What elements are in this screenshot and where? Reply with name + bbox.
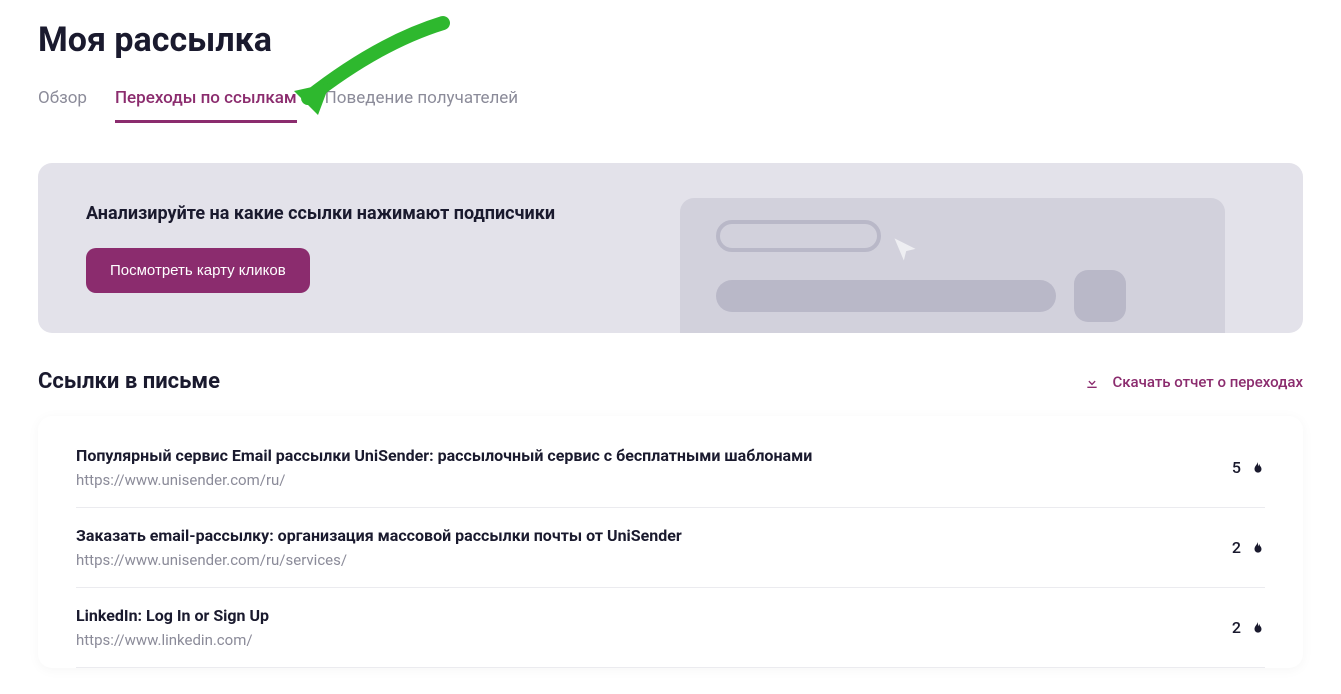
tab-recipient-behavior[interactable]: Поведение получателей — [325, 88, 518, 123]
tab-overview[interactable]: Обзор — [38, 88, 87, 123]
links-section-title: Ссылки в письме — [38, 369, 220, 394]
links-list: Популярный сервис Email рассылки UniSend… — [38, 416, 1303, 668]
download-report-link[interactable]: Скачать отчет о переходах — [1084, 373, 1303, 391]
link-title: LinkedIn: Log In or Sign Up — [76, 606, 269, 625]
banner-title: Анализируйте на какие ссылки нажимают по… — [86, 203, 555, 224]
link-title: Популярный сервис Email рассылки UniSend… — [76, 446, 812, 465]
page-title: Моя рассылка — [38, 20, 1303, 60]
link-url: https://www.unisender.com/ru/ — [76, 471, 812, 489]
banner-illustration — [680, 198, 1225, 333]
links-section-header: Ссылки в письме Скачать отчет о перехода… — [38, 369, 1303, 394]
link-info: Популярный сервис Email рассылки UniSend… — [76, 446, 812, 489]
download-report-label: Скачать отчет о переходах — [1112, 373, 1303, 391]
link-url: https://www.linkedin.com/ — [76, 631, 269, 649]
link-info: Заказать email-рассылку: организация мас… — [76, 526, 682, 569]
flame-icon — [1251, 540, 1265, 556]
link-title: Заказать email-рассылку: организация мас… — [76, 526, 682, 545]
link-count-value: 2 — [1232, 538, 1241, 557]
click-map-banner: Анализируйте на какие ссылки нажимают по… — [38, 163, 1303, 333]
download-icon — [1084, 374, 1100, 390]
banner-content: Анализируйте на какие ссылки нажимают по… — [86, 203, 555, 293]
link-row[interactable]: Популярный сервис Email рассылки UniSend… — [76, 446, 1265, 508]
link-row[interactable]: Заказать email-рассылку: организация мас… — [76, 508, 1265, 588]
flame-icon — [1251, 620, 1265, 636]
link-count: 2 — [1232, 538, 1265, 557]
illustration-bar — [716, 280, 1056, 312]
flame-icon — [1251, 460, 1265, 476]
link-count-value: 2 — [1232, 618, 1241, 637]
link-info: LinkedIn: Log In or Sign Up https://www.… — [76, 606, 269, 649]
view-click-map-button[interactable]: Посмотреть карту кликов — [86, 248, 310, 293]
link-url: https://www.unisender.com/ru/services/ — [76, 551, 682, 569]
tab-link-clicks[interactable]: Переходы по ссылкам — [115, 88, 297, 123]
illustration-pill — [716, 220, 881, 252]
link-row[interactable]: LinkedIn: Log In or Sign Up https://www.… — [76, 588, 1265, 668]
tabs-container: Обзор Переходы по ссылкам Поведение полу… — [38, 88, 1303, 123]
link-count-value: 5 — [1232, 458, 1241, 477]
link-count: 5 — [1232, 458, 1265, 477]
illustration-square — [1074, 270, 1126, 322]
link-count: 2 — [1232, 618, 1265, 637]
